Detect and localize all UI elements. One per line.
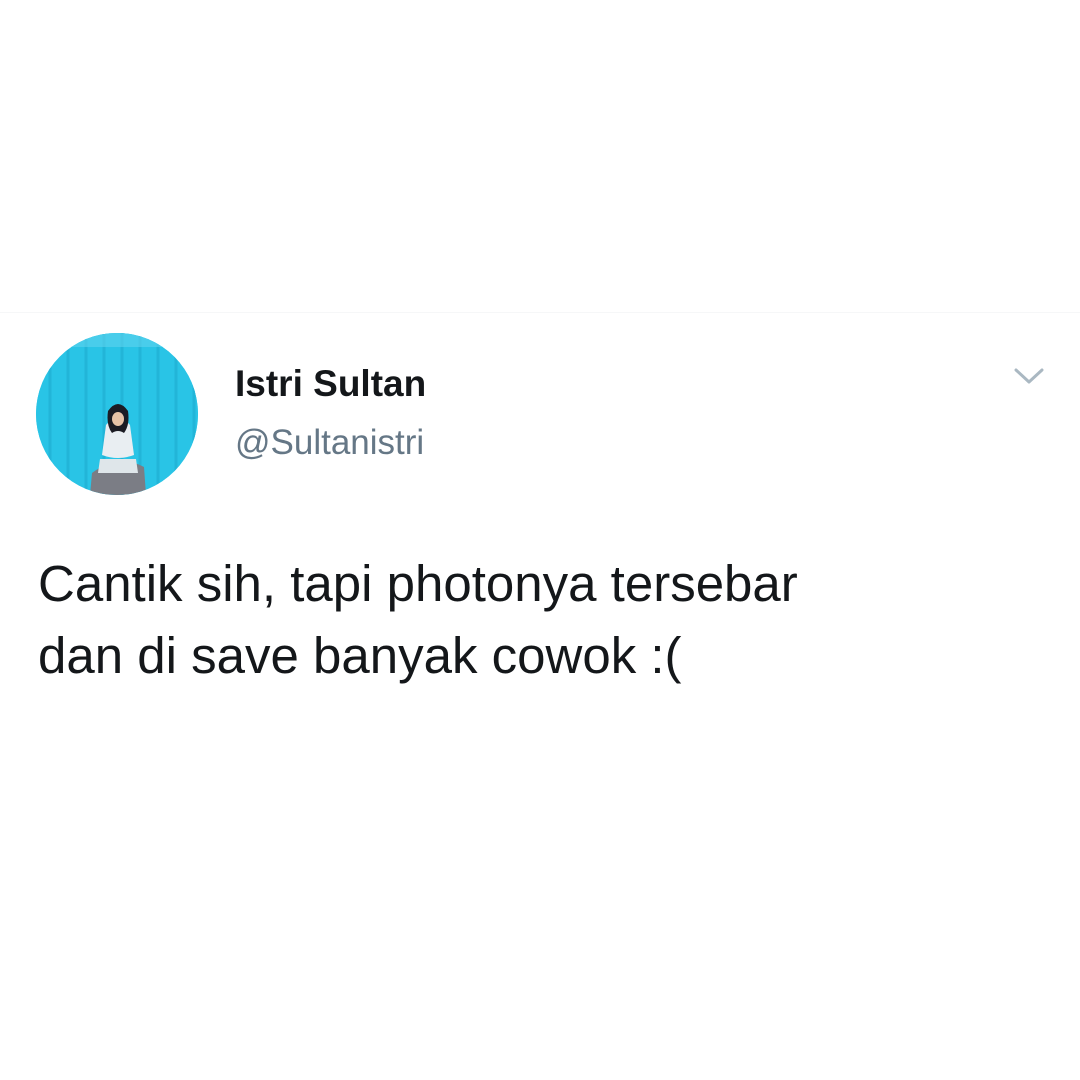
avatar[interactable] — [36, 333, 198, 495]
tweet-card: Istri Sultan @Sultanistri Cantik sih, ta… — [0, 0, 1080, 1080]
tweet-menu-button[interactable] — [1006, 358, 1052, 394]
display-name[interactable]: Istri Sultan — [235, 358, 426, 410]
user-info: Istri Sultan @Sultanistri — [235, 358, 426, 468]
card-top-divider — [0, 312, 1080, 313]
chevron-down-icon — [1014, 368, 1044, 384]
user-handle[interactable]: @Sultanistri — [235, 418, 426, 468]
tweet-text: Cantik sih, tapi photonya tersebar dan d… — [38, 555, 798, 684]
avatar-photo — [36, 333, 198, 495]
